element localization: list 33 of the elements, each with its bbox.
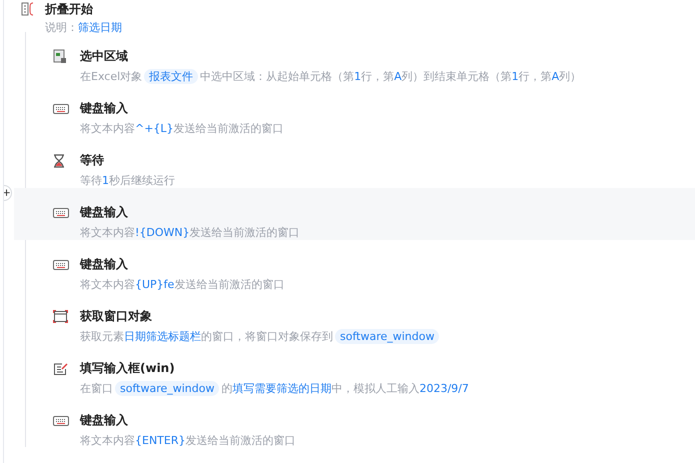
step-row[interactable]: 键盘输入 将文本内容!{DOWN}发送给当前激活的窗口: [14, 188, 695, 240]
keyboard-icon: [53, 102, 69, 114]
spreadsheet-icon: [53, 49, 67, 64]
keyboard-icon: [53, 414, 69, 426]
step-row[interactable]: 等待 等待1秒后继续运行: [14, 136, 695, 188]
step-title: 填写输入框(win): [80, 360, 176, 377]
step-row[interactable]: 键盘输入 将文本内容{UP}fe发送给当前激活的窗口: [14, 240, 695, 292]
step-title: 键盘输入: [80, 256, 129, 273]
hourglass-icon: [53, 154, 65, 168]
edit-form-icon: [53, 362, 68, 376]
step-description: 在Excel对象 报表文件 中选中区域：从起始单元格（第1行，第A列）到结束单元格（第1行，第A列）: [80, 68, 582, 86]
step-title: 选中区域: [80, 48, 129, 65]
step-title: 键盘输入: [80, 100, 129, 117]
step-title: 获取窗口对象: [80, 308, 153, 325]
fold-start-icon: [21, 2, 35, 16]
group-title: 折叠开始: [45, 1, 94, 18]
step-row[interactable]: 填写输入框(win) 在窗口 software_window 的填写需要筛选的日期中，模拟人工输入2023/9/7: [14, 344, 695, 396]
window-icon: [53, 310, 68, 323]
step-description: 将文本内容{UP}fe发送给当前激活的窗口: [80, 277, 286, 293]
step-description: 将文本内容!{DOWN}发送给当前激活的窗口: [80, 225, 301, 241]
step-row[interactable]: 键盘输入 将文本内容^+{L}发送给当前激活的窗口: [14, 84, 695, 136]
step-description: 将文本内容^+{L}发送给当前激活的窗口: [80, 121, 285, 137]
step-row[interactable]: 获取窗口对象 获取元素日期筛选标题栏的窗口，将窗口对象保存到 software_window: [14, 292, 695, 344]
step-title: 键盘输入: [80, 204, 129, 221]
step-description: 将文本内容{ENTER}发送给当前激活的窗口: [80, 433, 296, 449]
keyboard-icon: [53, 258, 69, 270]
keyboard-icon: [53, 206, 69, 218]
step-title: 等待: [80, 152, 105, 169]
step-description: 等待1秒后继续运行: [80, 173, 176, 189]
step-title: 键盘输入: [80, 412, 129, 429]
step-description: 在窗口 software_window 的填写需要筛选的日期中，模拟人工输入2023/9/7: [80, 380, 470, 398]
step-row[interactable]: 键盘输入 将文本内容{ENTER}发送给当前激活的窗口: [14, 396, 695, 448]
step-description: 获取元素日期筛选标题栏的窗口，将窗口对象保存到 software_window: [80, 328, 695, 346]
